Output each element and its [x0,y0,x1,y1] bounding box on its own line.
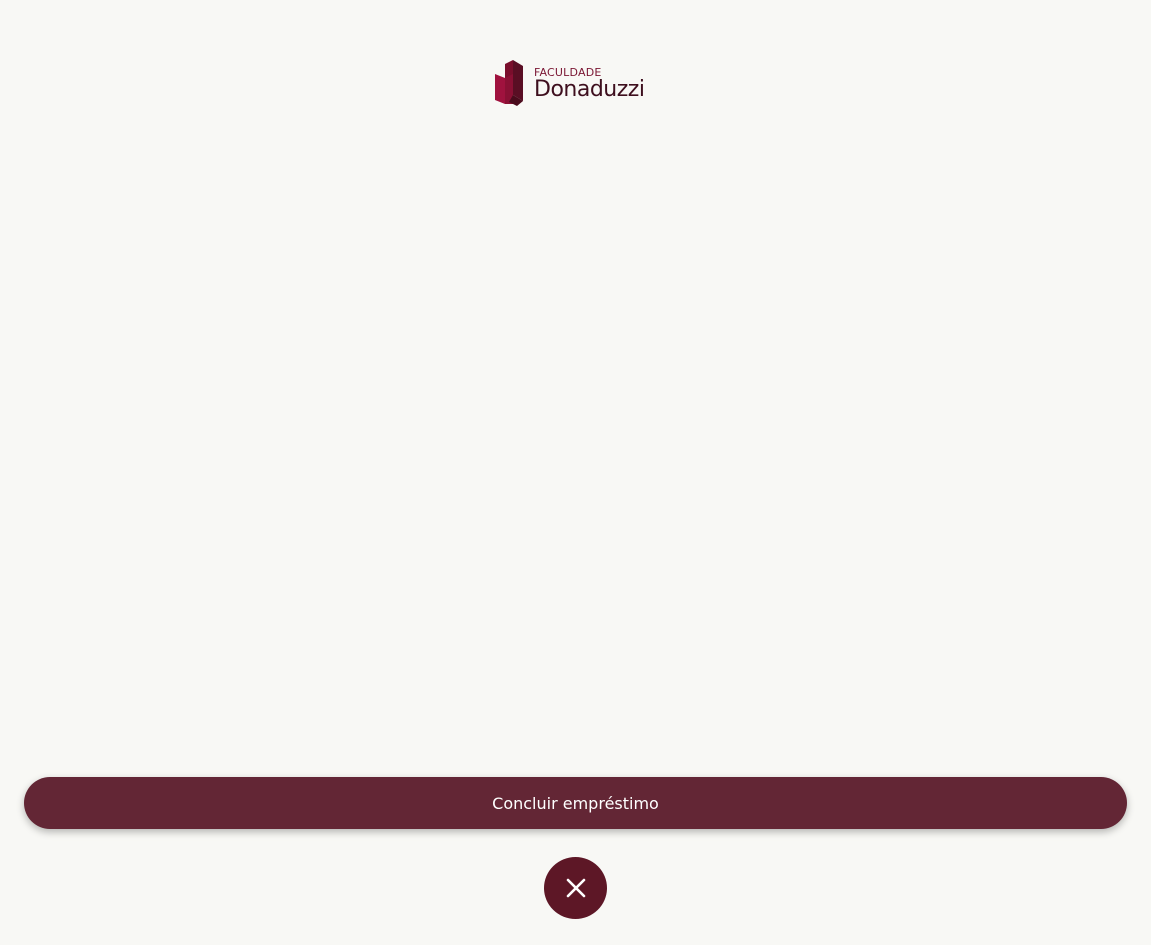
logo-main-text: Donaduzzi [534,77,645,102]
faculdade-donaduzzi-logo: FACULDADE Donaduzzi [494,60,658,106]
logo-mark-icon [495,60,523,106]
logo-text: FACULDADE Donaduzzi [534,65,645,102]
close-button[interactable] [544,857,607,919]
complete-loan-button[interactable]: Concluir empréstimo [24,777,1127,829]
close-icon [566,878,585,898]
loan-page: FACULDADE Donaduzzi Concluir empréstimo [0,0,1151,945]
